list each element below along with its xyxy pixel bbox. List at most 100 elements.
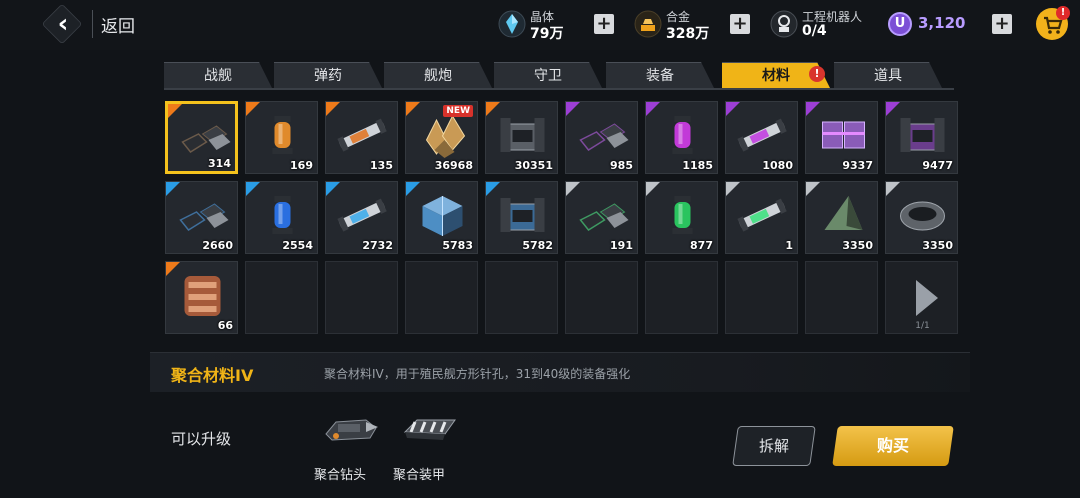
inventory-slot[interactable]: 1080 [725, 101, 798, 174]
new-badge: NEW [443, 105, 473, 117]
cart-alert-badge: ! [1056, 6, 1070, 20]
inventory-slot[interactable]: 1 [725, 181, 798, 254]
resource-alloy: 合金 328万 [634, 6, 724, 44]
crystal-icon [498, 10, 526, 38]
item-quantity: 30351 [514, 159, 553, 172]
add-alloy-button[interactable]: + [730, 14, 750, 34]
inventory-slot[interactable]: 2660 [165, 181, 238, 254]
inventory-slot[interactable]: 135 [325, 101, 398, 174]
item-quantity: 3350 [922, 239, 953, 252]
capsule-icon [672, 116, 693, 154]
tube-icon [337, 118, 387, 152]
arrow-right-icon [916, 280, 938, 316]
item-quantity: 2554 [282, 239, 313, 252]
tube-icon [737, 118, 787, 152]
empty-slot [405, 261, 478, 334]
resource-value: 328万 [666, 26, 710, 42]
tab-cannons[interactable]: 舰炮 [384, 62, 492, 88]
plates-icon [579, 123, 629, 151]
resource-robot: 工程机器人 0/4 [770, 6, 880, 44]
inventory-slot[interactable]: 877 [645, 181, 718, 254]
inventory-slot[interactable]: NEW 36968 [405, 101, 478, 174]
capsule-icon [672, 196, 693, 234]
capsule-icon [272, 196, 293, 234]
empty-slot [645, 261, 718, 334]
category-tabs: 战舰 弹药 舰炮 守卫 装备 材料 ! 道具 [164, 62, 954, 88]
inventory-slot[interactable]: 169 [245, 101, 318, 174]
inventory-slot[interactable]: 1185 [645, 101, 718, 174]
tube-icon [337, 198, 387, 232]
robot-icon [770, 10, 798, 38]
upgrade-item-armor[interactable]: 聚合装甲 [393, 408, 467, 483]
tab-items[interactable]: 道具 [834, 62, 942, 88]
blocks-icon [822, 121, 865, 149]
upgrade-item-drill[interactable]: 聚合钻头 [314, 408, 388, 483]
resource-value: 0/4 [802, 23, 827, 39]
back-arrow-icon[interactable]: ‹ [50, 6, 76, 42]
inventory-slot[interactable]: 30351 [485, 101, 558, 174]
resource-crystal: 晶体 79万 [498, 6, 588, 44]
plates-icon [181, 125, 231, 153]
plates-icon [179, 203, 229, 231]
next-page-button[interactable]: 1/1 [885, 261, 958, 334]
inventory-slot[interactable]: 9337 [805, 101, 878, 174]
cube-icon [422, 196, 463, 236]
item-quantity: 5782 [522, 239, 553, 252]
upgrade-item-name: 聚合装甲 [393, 468, 446, 483]
inventory-slot[interactable]: 3350 [885, 181, 958, 254]
item-quantity: 985 [610, 159, 633, 172]
item-quantity: 314 [208, 157, 231, 170]
inventory-slot[interactable]: 985 [565, 101, 638, 174]
inventory-slot[interactable]: 2554 [245, 181, 318, 254]
item-quantity: 1185 [682, 159, 713, 172]
armor-icon [403, 419, 456, 440]
inventory-slot[interactable]: 3350 [805, 181, 878, 254]
inventory-slot[interactable]: 5782 [485, 181, 558, 254]
item-description: 聚合材料IV，用于殖民舰方形针孔，31到40级的装备强化 [324, 367, 631, 381]
inventory-slot[interactable]: 66 [165, 261, 238, 334]
empty-slot [245, 261, 318, 334]
inventory-slot[interactable]: 9477 [885, 101, 958, 174]
generator-icon [500, 118, 545, 152]
drill-icon [325, 419, 378, 441]
item-quantity: 135 [370, 159, 393, 172]
inventory-slot[interactable]: 191 [565, 181, 638, 254]
item-quantity: 2732 [362, 239, 393, 252]
item-quantity: 1080 [762, 159, 793, 172]
tab-warships[interactable]: 战舰 [164, 62, 272, 88]
generator-icon [900, 118, 945, 152]
dismantle-button[interactable]: 拆解 [732, 426, 816, 466]
item-quantity: 66 [217, 319, 233, 332]
empty-slot [725, 261, 798, 334]
back-label[interactable]: 返回 [101, 12, 135, 37]
add-premium-button[interactable]: + [992, 14, 1012, 34]
bundle-icon [184, 276, 221, 316]
item-quantity: 9477 [922, 159, 953, 172]
inventory-slot[interactable]: 2732 [325, 181, 398, 254]
add-crystal-button[interactable]: + [594, 14, 614, 34]
inventory-slot[interactable]: 314 [165, 101, 238, 174]
item-quantity: 36968 [434, 159, 473, 172]
upgrade-item-name: 聚合钻头 [314, 468, 367, 483]
item-quantity: 1 [785, 239, 793, 252]
divider [92, 10, 93, 38]
ring-icon [900, 201, 945, 231]
buy-button[interactable]: 购买 [832, 426, 954, 466]
tab-ammo[interactable]: 弹药 [274, 62, 382, 88]
tab-guards[interactable]: 守卫 [494, 62, 602, 88]
empty-slot [485, 261, 558, 334]
empty-slot [325, 261, 398, 334]
tabs-underline [164, 88, 954, 90]
top-bar: ‹ 返回 晶体 79万 + 合金 328万 + 工程机器人 0/4 U 3,12… [0, 0, 1080, 50]
item-quantity: 5783 [442, 239, 473, 252]
premium-currency-value: 3,120 [918, 14, 966, 32]
tube-icon [737, 198, 787, 232]
item-quantity: 9337 [842, 159, 873, 172]
buy-label: 购买 [876, 436, 909, 455]
item-title: 聚合材料IV [171, 366, 254, 385]
tab-equipment[interactable]: 装备 [606, 62, 714, 88]
item-quantity: 3350 [842, 239, 873, 252]
tab-materials-alert-badge: ! [809, 66, 825, 82]
inventory-slot[interactable]: 5783 [405, 181, 478, 254]
resource-value: 79万 [530, 26, 564, 42]
